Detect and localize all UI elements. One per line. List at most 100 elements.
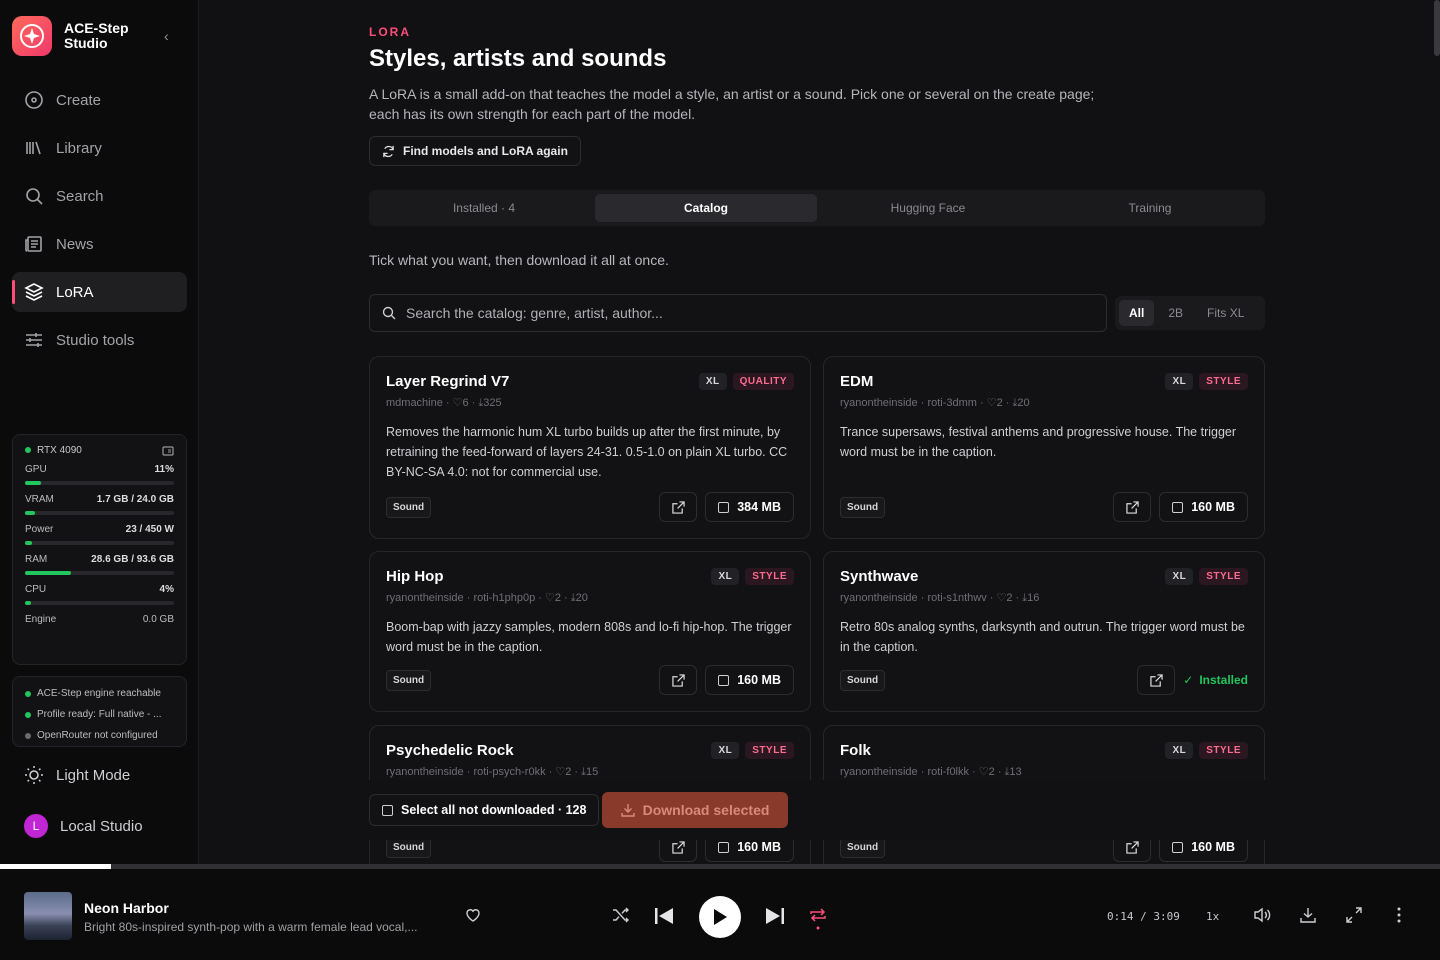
progress-fill: [0, 864, 111, 869]
tag-category: STYLE: [745, 568, 794, 585]
tab-catalog[interactable]: Catalog: [595, 194, 817, 222]
external-link-icon: [1126, 840, 1139, 854]
tag-xl: XL: [1165, 742, 1194, 759]
tag-xl: XL: [1165, 568, 1194, 585]
tag-category: STYLE: [1199, 373, 1248, 390]
user-profile[interactable]: L Local Studio: [24, 814, 143, 838]
open-external-button[interactable]: [659, 665, 698, 695]
open-external-button[interactable]: [659, 492, 698, 522]
open-external-button[interactable]: [1113, 492, 1152, 522]
tag-xl: XL: [711, 742, 740, 759]
tag-category: QUALITY: [732, 373, 794, 390]
select-all-button[interactable]: Select all not downloaded · 128: [369, 794, 600, 826]
tab-installed[interactable]: Installed · 4: [373, 194, 595, 222]
filter-2b[interactable]: 2B: [1158, 300, 1193, 326]
open-external-button[interactable]: [1137, 665, 1176, 695]
repeat-icon: [810, 908, 826, 930]
refresh-models-button[interactable]: Find models and LoRA again: [369, 136, 581, 166]
checkbox[interactable]: [718, 841, 730, 853]
lora-meta: mdmachine · ♡6 · ⤓325: [386, 397, 502, 409]
checkbox[interactable]: [1172, 501, 1184, 513]
more-options-button[interactable]: [1394, 907, 1404, 923]
light-mode-label: Light Mode: [56, 766, 131, 784]
gpu-name: RTX 4090: [25, 445, 82, 456]
tab-bar: Installed · 4 Catalog Hugging Face Train…: [369, 190, 1265, 226]
volume-button[interactable]: [1253, 907, 1271, 923]
nav-item-studio-tools[interactable]: Studio tools: [12, 320, 187, 360]
lora-description: Boom-bap with jazzy samples, modern 808s…: [386, 620, 792, 654]
main-content: LORA Styles, artists and sounds A LoRA i…: [199, 0, 1440, 864]
nav-item-search[interactable]: Search: [12, 176, 187, 216]
scrollbar[interactable]: [1434, 0, 1440, 56]
previous-button[interactable]: [654, 907, 674, 925]
app-name: ACE-Step Studio: [64, 20, 129, 51]
player-bar: Neon Harbor Bright 80s-inspired synth-po…: [0, 864, 1440, 960]
next-button[interactable]: [765, 907, 785, 925]
tag-category: STYLE: [1199, 742, 1248, 759]
category-chip: Sound: [840, 669, 886, 691]
metric-ram: RAM 28.6 GB / 93.6 GB: [25, 554, 174, 575]
catalog-search-input[interactable]: Search the catalog: genre, artist, autho…: [369, 294, 1107, 332]
select-download-button[interactable]: 160 MB: [705, 665, 794, 695]
repeat-button[interactable]: [809, 905, 827, 931]
lora-card: Layer Regrind V7 XL QUALITY mdmachine · ♡…: [369, 356, 811, 539]
select-download-button[interactable]: 384 MB: [705, 492, 794, 522]
installed-status: ✓ Installed: [1183, 673, 1248, 687]
filter-all[interactable]: All: [1119, 300, 1155, 326]
check-icon: ✓: [1183, 673, 1194, 687]
tag-xl: XL: [711, 568, 740, 585]
fullscreen-button[interactable]: [1346, 907, 1362, 923]
ram-bar-fill: [25, 571, 72, 575]
layers-icon: [24, 283, 44, 301]
light-mode-toggle[interactable]: Light Mode: [24, 765, 130, 785]
download-track-button[interactable]: [1300, 907, 1316, 923]
checkbox[interactable]: [382, 804, 393, 816]
tab-training[interactable]: Training: [1039, 194, 1261, 222]
play-button[interactable]: [699, 896, 741, 938]
expand-icon: [1346, 907, 1362, 923]
heart-icon: [466, 909, 480, 922]
download-selected-button[interactable]: Download selected: [602, 792, 788, 828]
nav-item-library[interactable]: Library: [12, 128, 187, 168]
tag-xl: XL: [1165, 373, 1194, 390]
search-placeholder: Search the catalog: genre, artist, autho…: [406, 305, 663, 321]
nav-item-lora[interactable]: LoRA: [12, 272, 187, 312]
checkbox[interactable]: [718, 674, 730, 686]
category-chip: Sound: [386, 669, 432, 691]
app-logo-icon: [12, 16, 52, 56]
lora-card: Hip Hop XL STYLE ryanontheinside · roti-h…: [369, 551, 811, 712]
sidebar: ACE-Step Studio ‹ Create Library Search …: [0, 0, 199, 864]
playback-speed[interactable]: 1x: [1206, 910, 1219, 923]
like-button[interactable]: [464, 906, 482, 924]
lora-description: Removes the harmonic hum XL turbo builds…: [386, 425, 788, 479]
track-title: Neon Harbor: [84, 900, 169, 916]
model-size-filter: All 2B Fits XL: [1115, 296, 1265, 330]
gpu-status-dot: [25, 447, 31, 453]
collapse-sidebar-icon[interactable]: ‹: [164, 28, 169, 44]
brand[interactable]: ACE-Step Studio: [12, 16, 144, 56]
tag-xl: XL: [698, 373, 727, 390]
tab-hugging-face[interactable]: Hugging Face: [817, 194, 1039, 222]
checkbox[interactable]: [1172, 841, 1184, 853]
lora-card: Synthwave XL STYLE ryanontheinside · roti…: [823, 551, 1265, 712]
nav-item-create[interactable]: Create: [12, 80, 187, 120]
playback-progress[interactable]: [0, 864, 1440, 869]
skip-back-icon: [655, 908, 673, 924]
external-link-icon: [1150, 673, 1163, 687]
checkbox[interactable]: [718, 501, 730, 513]
select-download-button[interactable]: 160 MB: [1159, 492, 1248, 522]
nav-label: Studio tools: [56, 331, 135, 349]
lora-description: Retro 80s analog synths, darksynth and o…: [840, 620, 1245, 654]
gpu-bar-fill: [25, 481, 42, 485]
filter-fits-xl[interactable]: Fits XL: [1197, 300, 1254, 326]
album-cover[interactable]: [24, 892, 72, 940]
tag-category: STYLE: [745, 742, 794, 759]
vram-bar-fill: [25, 511, 36, 515]
track-description: Bright 80s-inspired synth-pop with a war…: [84, 920, 418, 934]
nav-item-news[interactable]: News: [12, 224, 187, 264]
shuffle-button[interactable]: [612, 907, 630, 923]
download-icon: [1300, 908, 1316, 923]
metric-vram: VRAM 1.7 GB / 24.0 GB: [25, 494, 174, 515]
monitor-toggle-icon[interactable]: [162, 445, 174, 456]
metric-engine: Engine 0.0 GB: [25, 614, 174, 625]
